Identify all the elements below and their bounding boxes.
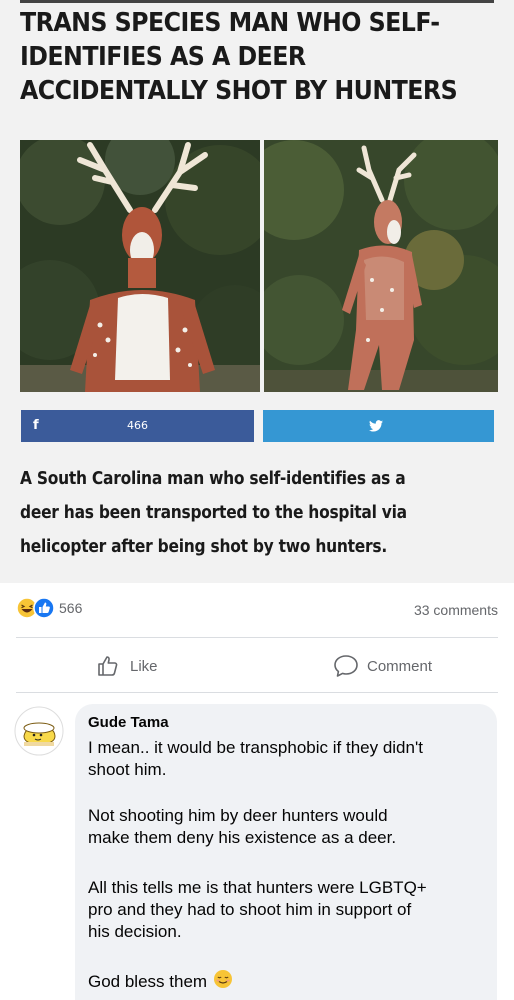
- comment-paragraph: Not shooting him by deer hunters would m…: [88, 805, 488, 849]
- divider: [16, 692, 498, 693]
- article-photo-right: [264, 140, 498, 392]
- facebook-share-button[interactable]: f 466: [21, 410, 254, 442]
- like-label: Like: [130, 658, 158, 675]
- twitter-share-button[interactable]: [263, 410, 494, 442]
- article-headline: TRANS SPECIES MAN WHO SELF- IDENTIFIES A…: [20, 6, 466, 108]
- comment-line: God bless them: [88, 972, 208, 991]
- comment-button[interactable]: Comment: [333, 654, 443, 678]
- comment-label: Comment: [367, 658, 433, 675]
- thumbs-up-icon: [96, 654, 120, 683]
- avatar[interactable]: [14, 706, 64, 756]
- lede-line: helicopter after being shot by two hunte…: [20, 536, 387, 557]
- comment-line: make them deny his existence as a deer.: [88, 828, 397, 847]
- facebook-share-count: 466: [127, 419, 148, 432]
- comments-count-link[interactable]: 33 comments: [414, 602, 498, 618]
- headline-line: TRANS SPECIES MAN WHO SELF-: [20, 8, 440, 38]
- comment-paragraph: I mean.. it would be transphobic if they…: [88, 737, 488, 781]
- comment-line: Not shooting him by deer hunters would: [88, 806, 388, 825]
- headline-line: IDENTIFIES AS A DEER: [20, 42, 306, 72]
- lede-line: deer has been transported to the hospita…: [20, 502, 407, 523]
- comment-line: his decision.: [88, 922, 182, 941]
- top-rule: [20, 0, 494, 3]
- reaction-count: 566: [59, 600, 83, 616]
- article-photo-left: [20, 140, 260, 392]
- lede-line: A South Carolina man who self-identifies…: [20, 468, 406, 489]
- speech-bubble-icon: [333, 654, 359, 683]
- like-reaction-icon: [33, 597, 55, 624]
- twitter-bird-icon: [369, 419, 383, 437]
- comment-paragraph: All this tells me is that hunters were L…: [88, 877, 488, 943]
- article-lede: A South Carolina man who self-identifies…: [20, 462, 467, 564]
- comment-line: pro and they had to shoot him in support…: [88, 900, 412, 919]
- divider: [16, 637, 498, 638]
- relieved-face-emoji-icon: [213, 969, 233, 995]
- like-button[interactable]: Like: [96, 654, 166, 678]
- comment-line: shoot him.: [88, 760, 167, 779]
- comment-author[interactable]: Gude Tama: [88, 714, 169, 731]
- article-card: TRANS SPECIES MAN WHO SELF- IDENTIFIES A…: [0, 0, 514, 583]
- comment-line: All this tells me is that hunters were L…: [88, 878, 427, 897]
- comment-line: I mean.. it would be transphobic if they…: [88, 738, 423, 757]
- headline-line: ACCIDENTALLY SHOT BY HUNTERS: [20, 76, 458, 106]
- comment-paragraph: God bless them: [88, 969, 488, 995]
